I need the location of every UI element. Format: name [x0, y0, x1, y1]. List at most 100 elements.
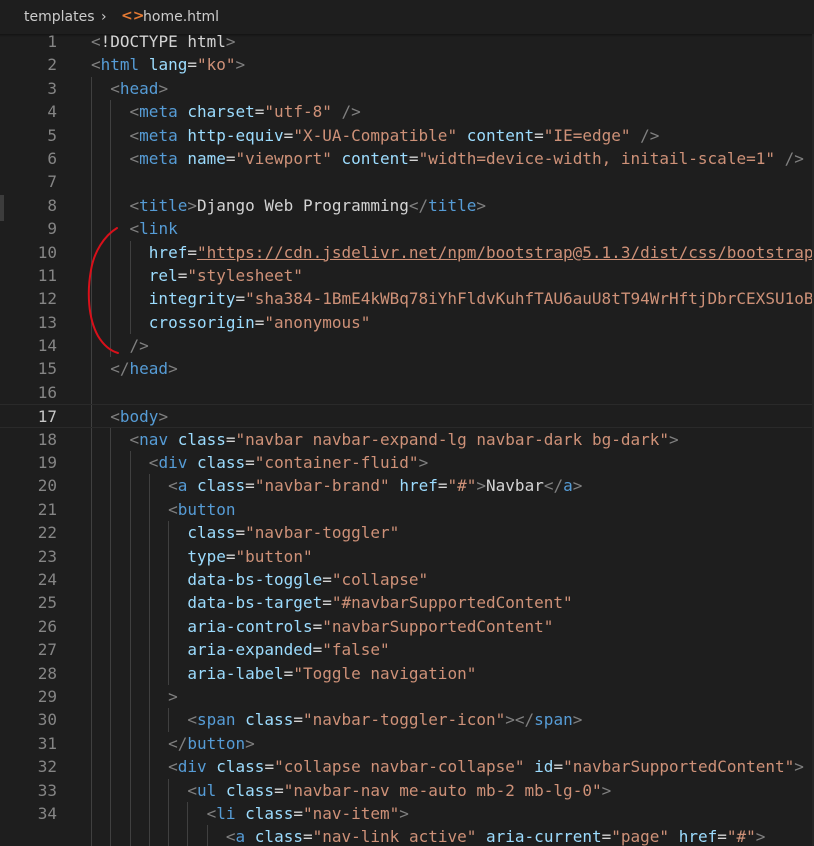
code-text[interactable]: rel="stylesheet"	[149, 264, 303, 287]
line-number[interactable]: 12	[0, 287, 57, 310]
code-line[interactable]: 1 <!DOCTYPE html>	[0, 30, 814, 53]
code-line[interactable]: 29 >	[0, 684, 814, 709]
code-line[interactable]: 14 />	[0, 334, 814, 358]
code-text[interactable]: crossorigin="anonymous"	[149, 311, 371, 334]
code-text[interactable]: type="button"	[187, 545, 312, 568]
line-number[interactable]: 15	[0, 357, 57, 380]
code-line[interactable]: 21 <button	[0, 497, 814, 522]
code-line[interactable]: 26 aria-controls="navbarSupportedContent"	[0, 614, 814, 639]
code-line[interactable]: 20 <a class="navbar-brand" href="#">Navba…	[0, 474, 814, 498]
line-number[interactable]: 14	[0, 334, 57, 357]
code-line[interactable]: 15 </head>	[0, 357, 814, 381]
line-number[interactable]: 32	[0, 755, 57, 778]
code-text[interactable]: <body>	[110, 405, 168, 428]
code-line[interactable]: 31 </button>	[0, 731, 814, 756]
line-number[interactable]: 16	[0, 381, 57, 404]
line-number[interactable]: 18	[0, 428, 57, 451]
code-text[interactable]: <a class="nav-link active" aria-current=…	[226, 825, 766, 846]
code-text[interactable]: <head>	[110, 77, 168, 100]
code-text[interactable]: <li class="nav-item">	[207, 802, 409, 825]
code-text[interactable]: class="navbar-toggler"	[187, 521, 399, 544]
line-number[interactable]: 10	[0, 241, 57, 264]
code-line[interactable]: 27 aria-expanded="false"	[0, 638, 814, 662]
code-line[interactable]: 25 data-bs-target="#navbarSupportedConten…	[0, 591, 814, 615]
code-text[interactable]: <meta name="viewport" content="width=dev…	[130, 147, 804, 170]
code-text[interactable]: <div class="collapse navbar-collapse" id…	[168, 755, 804, 778]
code-text[interactable]: <a class="navbar-brand" href="#">Navbar<…	[168, 474, 582, 497]
code-line[interactable]: 12 integrity="sha384-1BmE4kWBq78iYhFldvKu…	[0, 287, 814, 311]
code-text[interactable]: <span class="navbar-toggler-icon"></span…	[187, 708, 582, 731]
line-number[interactable]: 13	[0, 311, 57, 334]
line-number[interactable]: 3	[0, 77, 57, 100]
code-text[interactable]: aria-label="Toggle navigation"	[187, 662, 476, 685]
code-lines[interactable]: 1 <!DOCTYPE html> 2 <html lang="ko"> 3 <head>…	[0, 30, 814, 846]
code-text[interactable]: <meta charset="utf-8" />	[130, 100, 361, 123]
code-line[interactable]: 7	[0, 170, 814, 194]
code-text[interactable]: <ul class="navbar-nav me-auto mb-2 mb-lg…	[187, 779, 611, 802]
line-number[interactable]: 11	[0, 264, 57, 287]
code-line[interactable]: 8 <title>Django Web Programming</title>	[0, 193, 814, 218]
line-number[interactable]: 24	[0, 568, 57, 591]
line-number[interactable]: 25	[0, 591, 57, 614]
line-number[interactable]: 6	[0, 147, 57, 170]
code-line[interactable]: 6 <meta name="viewport" content="width=de…	[0, 146, 814, 171]
code-text[interactable]: integrity="sha384-1BmE4kWBq78iYhFldvKuhf…	[149, 287, 814, 310]
code-line[interactable]: 24 data-bs-toggle="collapse"	[0, 567, 814, 592]
code-line[interactable]: 32 <div class="collapse navbar-collapse" …	[0, 755, 814, 779]
code-line[interactable]: 9 <link	[0, 217, 814, 241]
code-line[interactable]: 17 <body>	[0, 404, 814, 428]
code-line[interactable]: 34 <li class="nav-item">	[0, 801, 814, 826]
code-line[interactable]: 10 href="https://cdn.jsdelivr.net/npm/boo…	[0, 240, 814, 264]
line-number[interactable]: 21	[0, 498, 57, 521]
line-number[interactable]: 29	[0, 685, 57, 708]
line-number[interactable]: 8	[0, 194, 57, 217]
code-text[interactable]: aria-expanded="false"	[187, 638, 389, 661]
code-line[interactable]: 3 <head>	[0, 76, 814, 101]
line-number[interactable]: 19	[0, 451, 57, 474]
line-number[interactable]: 28	[0, 662, 57, 685]
code-text[interactable]: data-bs-target="#navbarSupportedContent"	[187, 591, 572, 614]
code-line[interactable]: 28 aria-label="Toggle navigation"	[0, 661, 814, 685]
line-number[interactable]: 23	[0, 545, 57, 568]
code-line[interactable]: 5 <meta http-equiv="X-UA-Compatible" cont…	[0, 123, 814, 147]
line-number[interactable]: 30	[0, 708, 57, 731]
code-line[interactable]: 23 type="button"	[0, 544, 814, 568]
code-text[interactable]: aria-controls="navbarSupportedContent"	[187, 615, 553, 638]
line-number[interactable]: 20	[0, 474, 57, 497]
code-text[interactable]: />	[130, 334, 149, 357]
line-number[interactable]: 9	[0, 217, 57, 240]
code-text[interactable]: </head>	[110, 357, 177, 380]
code-line[interactable]: 22 class="navbar-toggler"	[0, 521, 814, 545]
code-text[interactable]: data-bs-toggle="collapse"	[187, 568, 428, 591]
code-line[interactable]: 4 <meta charset="utf-8" />	[0, 100, 814, 124]
line-number[interactable]: 31	[0, 732, 57, 755]
code-text[interactable]: <link	[130, 217, 178, 240]
line-number[interactable]: 26	[0, 615, 57, 638]
line-number[interactable]: 34	[0, 802, 57, 825]
line-number[interactable]: 33	[0, 779, 57, 802]
code-line[interactable]: 13 crossorigin="anonymous"	[0, 310, 814, 335]
code-line[interactable]: 19 <div class="container-fluid">	[0, 451, 814, 475]
code-text[interactable]: >	[168, 685, 178, 708]
line-number[interactable]: 17	[0, 405, 57, 428]
breadcrumb-file[interactable]: home.html	[143, 9, 219, 25]
code-text[interactable]: <div class="container-fluid">	[149, 451, 428, 474]
code-line[interactable]: 2 <html lang="ko">	[0, 53, 814, 76]
code-text[interactable]: </button>	[168, 732, 255, 755]
code-line[interactable]: 11 rel="stylesheet"	[0, 263, 814, 288]
code-line[interactable]: 33 <ul class="navbar-nav me-auto mb-2 mb-…	[0, 778, 814, 802]
code-line[interactable]: 16	[0, 380, 814, 405]
code-line[interactable]: 30 <span class="navbar-toggler-icon"></sp…	[0, 708, 814, 732]
code-text[interactable]: <meta http-equiv="X-UA-Compatible" conte…	[130, 124, 660, 147]
breadcrumb-folder[interactable]: templates	[24, 9, 95, 25]
code-token[interactable]: "https://cdn.jsdelivr.net/npm/bootstrap@…	[197, 243, 814, 262]
line-number[interactable]: 22	[0, 521, 57, 544]
line-number[interactable]: 5	[0, 124, 57, 147]
code-text[interactable]: <nav class="navbar navbar-expand-lg navb…	[130, 428, 679, 451]
line-number[interactable]: 27	[0, 638, 57, 661]
line-number[interactable]: 1	[0, 30, 57, 53]
code-text[interactable]: <html lang="ko">	[91, 53, 245, 76]
code-text[interactable]: <!DOCTYPE html>	[91, 30, 236, 53]
code-text[interactable]: <button	[168, 498, 235, 521]
code-editor[interactable]: templates › <> home.html 1 <!DOCTYPE html…	[0, 0, 814, 846]
